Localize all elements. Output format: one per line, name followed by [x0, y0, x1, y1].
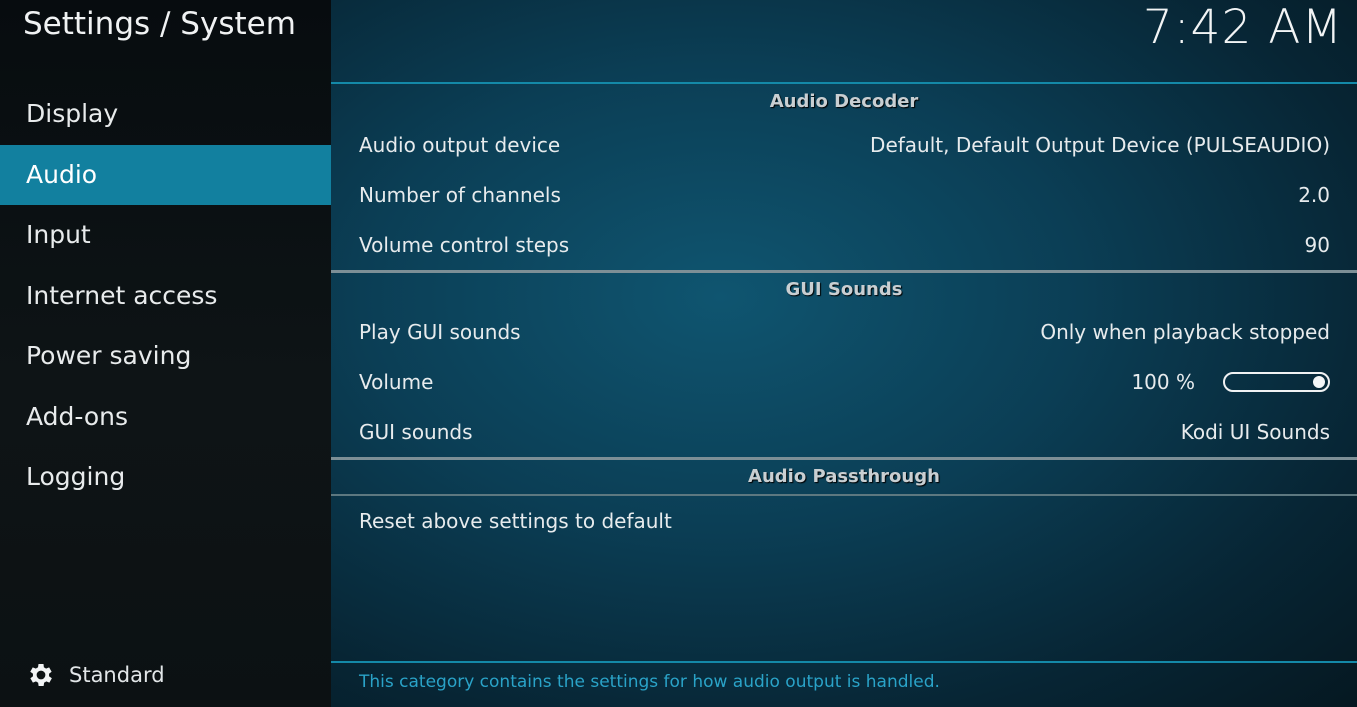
setting-label: Volume control steps: [359, 233, 570, 257]
setting-volume-control-steps[interactable]: Volume control steps 90: [359, 220, 1330, 270]
sidebar-item-internet-access[interactable]: Internet access: [0, 266, 331, 327]
section-header-audio-passthrough: Audio Passthrough: [748, 466, 940, 487]
setting-label: GUI sounds: [359, 420, 473, 444]
setting-label: Reset above settings to default: [359, 509, 672, 533]
setting-number-of-channels[interactable]: Number of channels 2.0: [359, 170, 1330, 220]
setting-play-gui-sounds[interactable]: Play GUI sounds Only when playback stopp…: [359, 307, 1330, 357]
setting-label: Volume: [359, 370, 434, 394]
section-divider: [331, 270, 1357, 273]
setting-audio-output-device[interactable]: Audio output device Default, Default Out…: [359, 120, 1330, 170]
sidebar: Settings / System Display Audio Input In…: [0, 0, 331, 707]
gear-icon: [30, 664, 52, 686]
volume-value: 100 %: [1131, 370, 1195, 394]
settings-level-label: Standard: [69, 663, 165, 687]
page-title: Settings / System: [23, 6, 296, 42]
settings-panel: 7:42 AM Audio Decoder Audio output devic…: [331, 0, 1357, 707]
category-description: This category contains the settings for …: [359, 672, 940, 692]
sidebar-item-input[interactable]: Input: [0, 205, 331, 266]
slider-knob[interactable]: [1313, 376, 1325, 388]
sidebar-item-power-saving[interactable]: Power saving: [0, 326, 331, 387]
setting-reset-defaults[interactable]: Reset above settings to default: [359, 496, 1330, 546]
setting-value: Kodi UI Sounds: [1180, 420, 1330, 444]
section-divider: [331, 457, 1357, 460]
sidebar-item-add-ons[interactable]: Add-ons: [0, 387, 331, 448]
setting-value: 2.0: [1298, 183, 1330, 207]
sidebar-item-audio[interactable]: Audio: [0, 144, 331, 205]
sidebar-item-logging[interactable]: Logging: [0, 447, 331, 508]
setting-value: 90: [1304, 233, 1330, 257]
setting-value: Only when playback stopped: [1040, 320, 1330, 344]
setting-volume[interactable]: Volume 100 %: [359, 357, 1330, 407]
clock: 7:42 AM: [1142, 0, 1343, 55]
setting-label: Play GUI sounds: [359, 320, 521, 344]
section-header-audio-decoder: Audio Decoder: [769, 91, 919, 112]
settings-level-button[interactable]: Standard: [26, 660, 165, 690]
category-menu: Display Audio Input Internet access Powe…: [0, 84, 331, 508]
divider: [331, 82, 1357, 84]
volume-slider[interactable]: [1223, 372, 1330, 392]
divider: [331, 661, 1357, 663]
setting-label: Number of channels: [359, 183, 561, 207]
section-header-gui-sounds: GUI Sounds: [785, 279, 903, 300]
setting-label: Audio output device: [359, 133, 561, 157]
sidebar-item-display[interactable]: Display: [0, 84, 331, 145]
setting-gui-sounds[interactable]: GUI sounds Kodi UI Sounds: [359, 407, 1330, 457]
setting-value: Default, Default Output Device (PULSEAUD…: [870, 133, 1330, 157]
